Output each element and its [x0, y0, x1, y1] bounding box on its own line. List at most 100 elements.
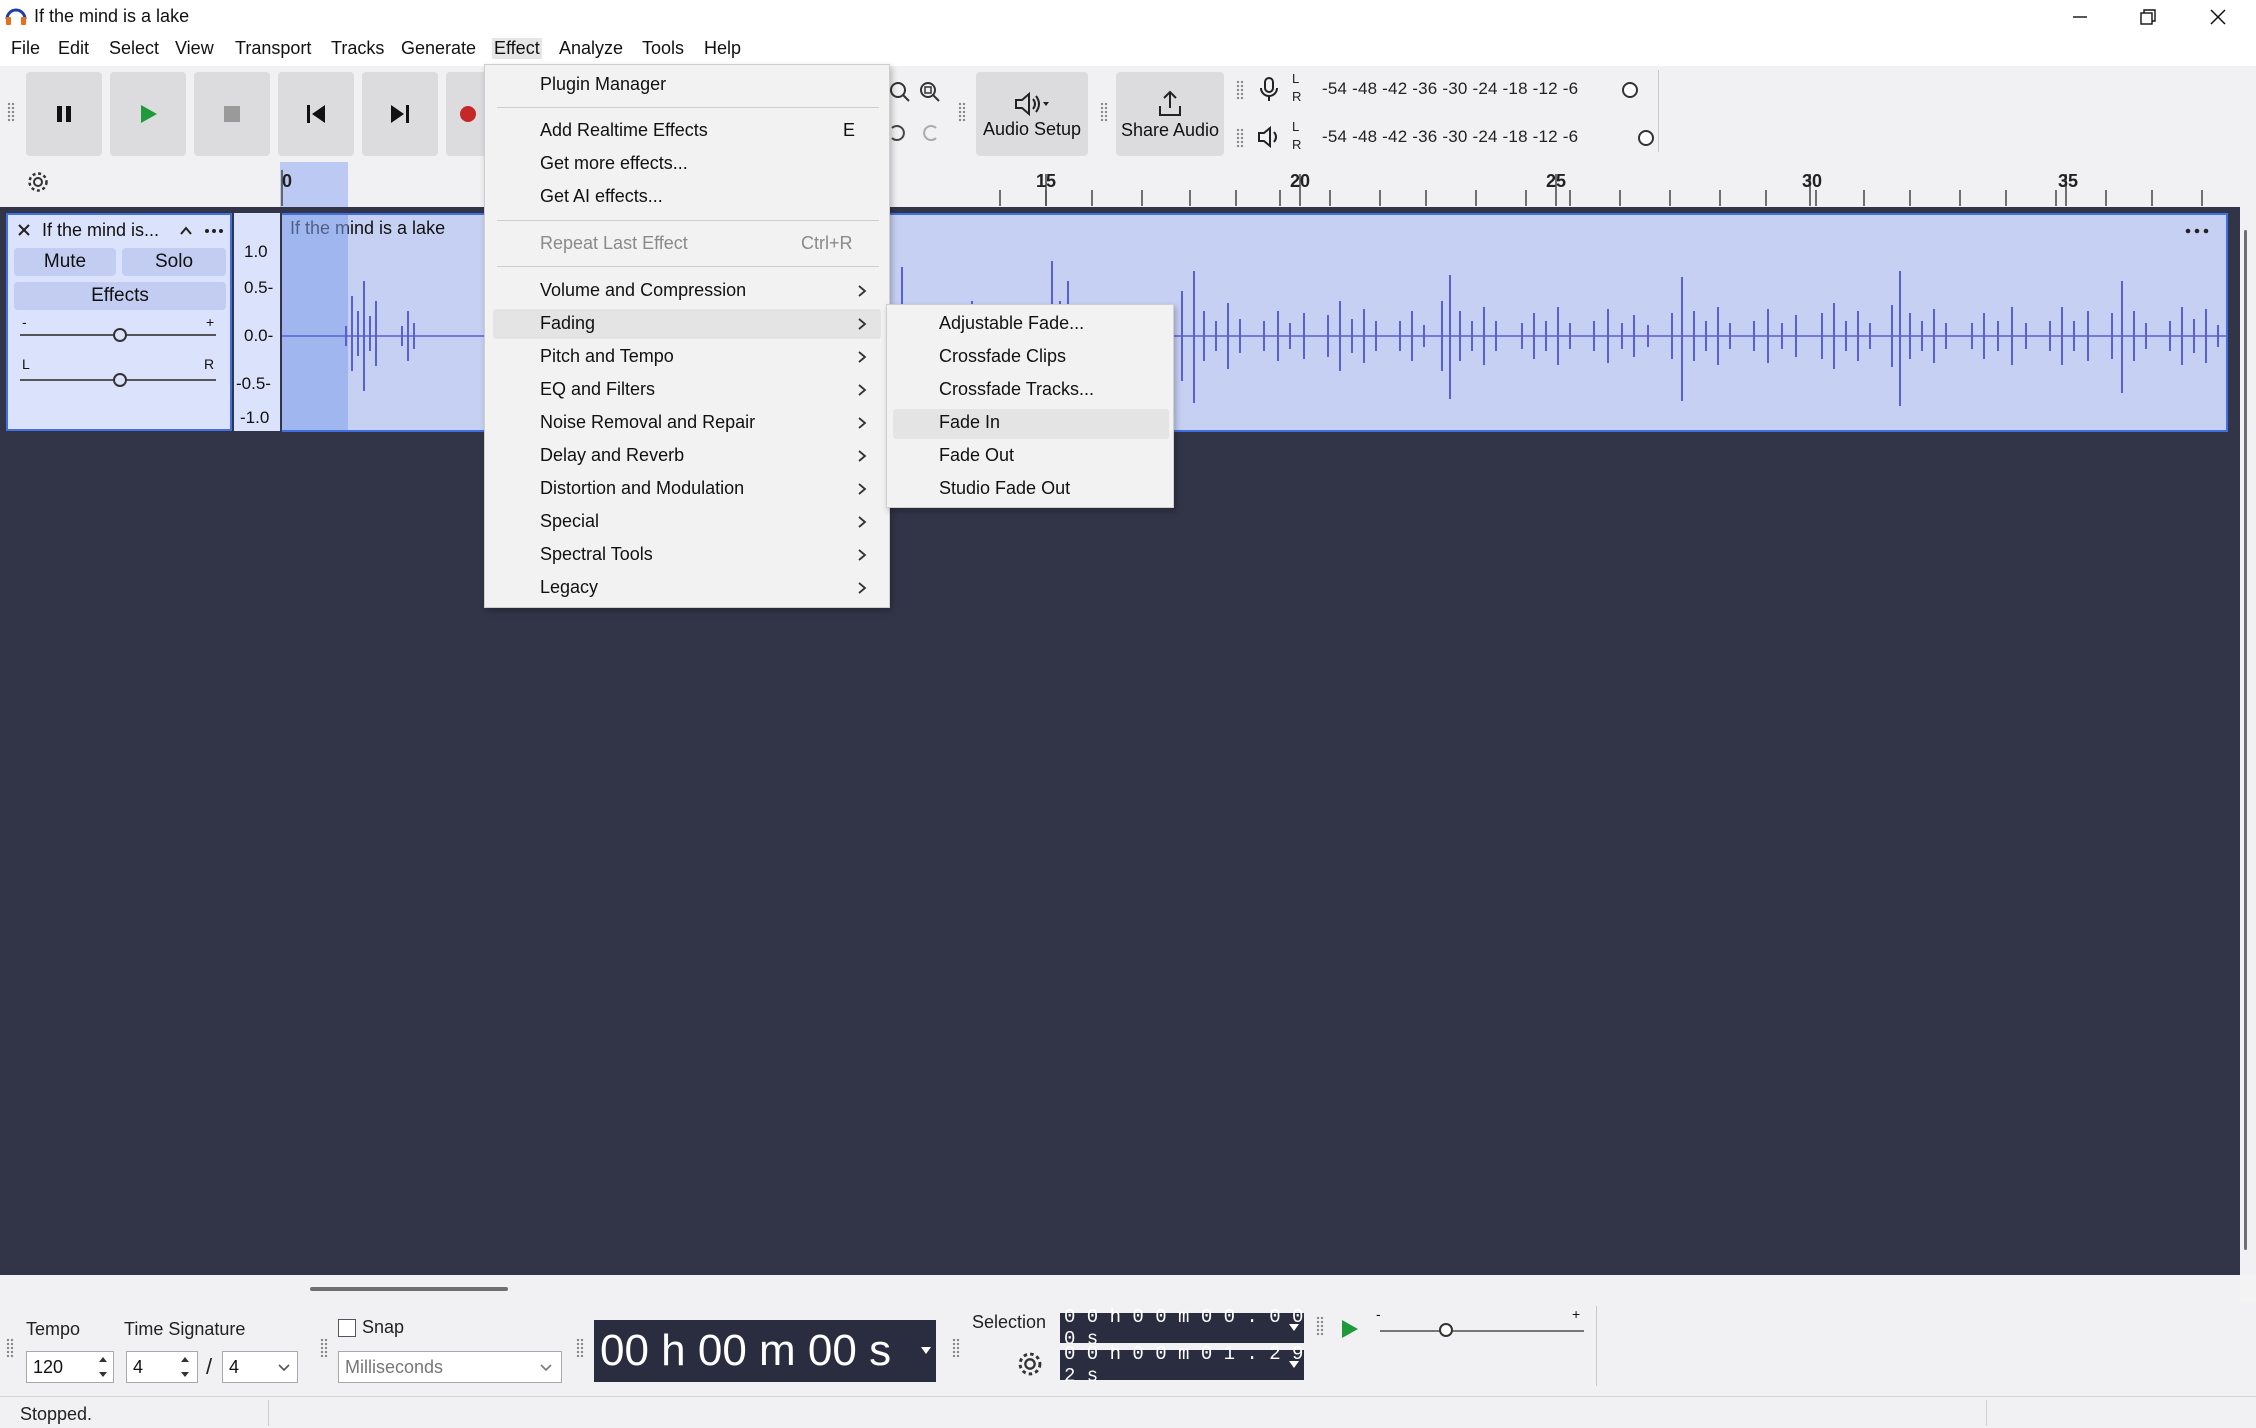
menu-edit[interactable]: Edit	[58, 38, 89, 59]
menu-item-special[interactable]: Special	[540, 511, 599, 532]
menu-item-get-more-effects[interactable]: Get more effects...	[540, 153, 688, 174]
restore-button[interactable]	[2114, 0, 2182, 34]
gear-icon	[1018, 1352, 1042, 1376]
chevron-right-icon	[858, 318, 867, 330]
play-level-slider[interactable]	[1636, 128, 1656, 148]
selection-end-field[interactable]: 0 0 h 0 0 m 0 1 . 2 9 2 s	[1060, 1343, 1304, 1387]
share-audio-button[interactable]: Share Audio	[1116, 72, 1224, 156]
menu-analyze[interactable]: Analyze	[559, 38, 623, 59]
toolbar-grip[interactable]	[7, 102, 15, 122]
gain-slider-thumb[interactable]	[111, 326, 129, 344]
menu-item-repeat-last-effect[interactable]: Repeat Last Effect	[540, 233, 688, 254]
time-signature-lower-select[interactable]: 4	[222, 1351, 298, 1383]
horizontal-scroll-thumb[interactable]	[310, 1287, 508, 1291]
menu-item-add-realtime-effects[interactable]: Add Realtime Effects	[540, 120, 708, 141]
menu-item-get-ai-effects[interactable]: Get AI effects...	[540, 186, 663, 207]
toolbar-grip[interactable]	[576, 1338, 584, 1358]
menu-tracks[interactable]: Tracks	[331, 38, 384, 59]
menu-file[interactable]: File	[11, 38, 40, 59]
effects-button[interactable]: Effects	[14, 282, 226, 310]
play-at-speed-button[interactable]	[1334, 1314, 1364, 1344]
menu-item-fading[interactable]: Fading	[540, 313, 595, 334]
toolbar-grip[interactable]	[1236, 128, 1244, 148]
menu-item-noise-removal-and-repair[interactable]: Noise Removal and Repair	[540, 412, 755, 433]
clip-menu-button[interactable]	[2184, 226, 2210, 236]
track-name[interactable]: If the mind is...	[42, 220, 159, 241]
track-menu-button[interactable]	[204, 226, 224, 236]
menu-item-spectral-tools[interactable]: Spectral Tools	[540, 544, 653, 565]
submenu-item-adjustable-fade[interactable]: Adjustable Fade...	[939, 313, 1084, 334]
toolbar-grip[interactable]	[1236, 80, 1244, 100]
toolbar-grip[interactable]	[6, 1338, 14, 1358]
playback-meter-button[interactable]	[1256, 124, 1282, 150]
toolbar-grip[interactable]	[952, 1338, 960, 1358]
playback-speed-thumb[interactable]	[1436, 1320, 1456, 1340]
menu-item-distortion-and-modulation[interactable]: Distortion and Modulation	[540, 478, 744, 499]
submenu-item-fade-out[interactable]: Fade Out	[939, 445, 1014, 466]
pause-button[interactable]	[26, 72, 102, 156]
menu-item-plugin-manager[interactable]: Plugin Manager	[540, 74, 666, 95]
mute-button[interactable]: Mute	[14, 248, 116, 276]
play-button[interactable]	[110, 72, 186, 156]
menu-generate[interactable]: Generate	[401, 38, 476, 59]
selection-start-field[interactable]: 0 0 h 0 0 m 0 0 . 0 0 0 s	[1060, 1306, 1304, 1350]
menu-transport[interactable]: Transport	[235, 38, 311, 59]
speed-plus-label: +	[1572, 1306, 1581, 1322]
tempo-stepper[interactable]	[94, 1352, 112, 1382]
solo-button[interactable]: Solo	[122, 248, 226, 276]
menu-help[interactable]: Help	[704, 38, 741, 59]
menu-tools[interactable]: Tools	[642, 38, 684, 59]
time-signature-stepper[interactable]	[176, 1352, 194, 1382]
amplitude-label: -1.0	[240, 408, 270, 427]
recording-meter-button[interactable]	[1256, 76, 1282, 102]
zoom-fit-button[interactable]	[918, 80, 942, 104]
toolbar-grip[interactable]	[1100, 102, 1108, 122]
chevron-down-icon	[99, 1372, 107, 1377]
close-window-button[interactable]	[2184, 0, 2252, 34]
pan-slider-thumb[interactable]	[111, 371, 129, 389]
audacity-logo-icon	[4, 5, 28, 27]
menu-select[interactable]: Select	[109, 38, 159, 59]
menu-item-eq-and-filters[interactable]: EQ and Filters	[540, 379, 655, 400]
selection-settings-button[interactable]	[1016, 1350, 1044, 1378]
vertical-scroll-thumb[interactable]	[2244, 230, 2247, 1250]
record-level-slider[interactable]	[1620, 80, 1640, 100]
submenu-item-fade-in[interactable]: Fade In	[939, 412, 1000, 433]
snap-checkbox[interactable]	[338, 1319, 356, 1337]
menu-item-pitch-and-tempo[interactable]: Pitch and Tempo	[540, 346, 674, 367]
snap-unit-select[interactable]: Milliseconds	[338, 1351, 562, 1383]
menu-item-volume-and-compression[interactable]: Volume and Compression	[540, 280, 746, 301]
menu-view[interactable]: View	[175, 38, 214, 59]
toolbar-grip[interactable]	[320, 1338, 328, 1358]
timeline-options-button[interactable]	[26, 170, 50, 194]
vertical-scrollbar[interactable]	[2240, 207, 2256, 1275]
chevron-down-icon	[1289, 1324, 1299, 1331]
toolbar-grip[interactable]	[958, 102, 966, 122]
close-track-button[interactable]	[16, 222, 32, 238]
skip-to-end-button[interactable]	[362, 72, 438, 156]
time-display[interactable]: 00 h 00 m 00 s	[594, 1320, 936, 1382]
record-button[interactable]	[446, 72, 486, 156]
track-control-panel[interactable]	[6, 213, 232, 431]
minimize-button[interactable]	[2046, 0, 2114, 34]
submenu-item-crossfade-tracks[interactable]: Crossfade Tracks...	[939, 379, 1094, 400]
zoom-in-button[interactable]	[888, 80, 912, 104]
collapse-track-button[interactable]	[178, 224, 194, 238]
menu-item-legacy[interactable]: Legacy	[540, 577, 598, 598]
skip-to-start-button[interactable]	[278, 72, 354, 156]
submenu-item-crossfade-clips[interactable]: Crossfade Clips	[939, 346, 1066, 367]
time-signature-upper-value: 4	[133, 1356, 144, 1377]
microphone-icon	[1260, 77, 1278, 101]
pan-right-label: R	[204, 356, 215, 372]
audio-setup-button[interactable]: Audio Setup	[976, 72, 1088, 156]
submenu-item-studio-fade-out[interactable]: Studio Fade Out	[939, 478, 1070, 499]
stop-button[interactable]	[194, 72, 270, 156]
redo-button[interactable]	[920, 122, 942, 144]
ruler-label: 0	[282, 171, 293, 191]
status-text: Stopped.	[20, 1404, 93, 1424]
status-divider	[268, 1400, 269, 1426]
playback-speed-slider[interactable]	[1380, 1330, 1584, 1332]
menu-item-delay-and-reverb[interactable]: Delay and Reverb	[540, 445, 684, 466]
menu-effect[interactable]: Effect	[492, 38, 542, 59]
toolbar-grip[interactable]	[1316, 1316, 1324, 1336]
